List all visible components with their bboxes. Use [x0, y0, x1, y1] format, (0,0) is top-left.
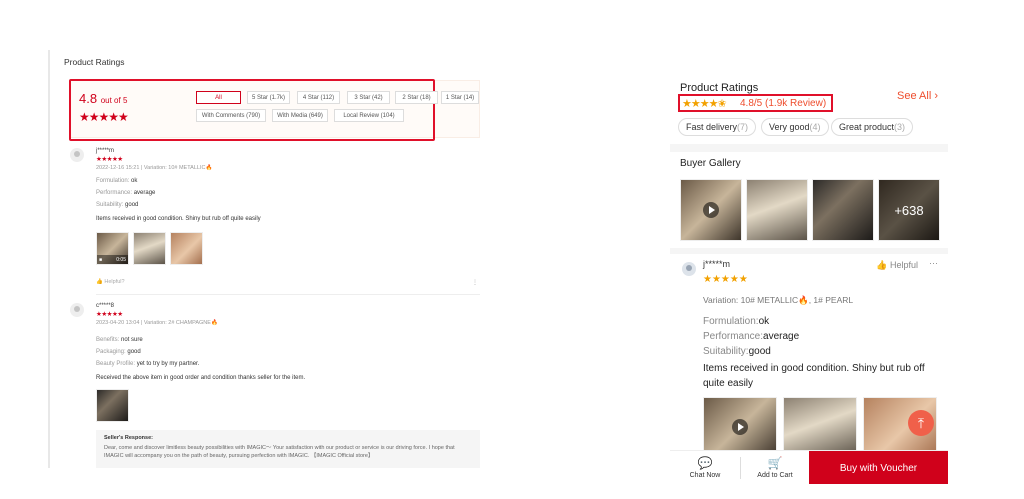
gallery-image[interactable]	[812, 179, 874, 241]
filter-all[interactable]: All	[196, 91, 241, 104]
gallery-more[interactable]: +638	[878, 179, 940, 241]
review-meta: 2023-04-20 13:04 | Variation: 2# CHAMPAG…	[96, 320, 218, 326]
ratings-title: Product Ratings	[64, 57, 125, 67]
review-attr: Suitability:good	[703, 346, 771, 357]
cart-icon: 🛒	[767, 456, 783, 470]
avatar	[682, 262, 696, 276]
helpful-button[interactable]: 👍 Helpful	[876, 260, 918, 271]
back-to-top-icon[interactable]: ⤒	[908, 410, 934, 436]
divider	[96, 294, 480, 295]
review-variation: Variation: 10# METALLIC🔥, 1# PEARL	[703, 295, 854, 305]
review-attr: Beauty Profile: yet to try by my partner…	[96, 361, 200, 367]
filter-5-star[interactable]: 5 Star (1.7k)	[247, 91, 290, 104]
tag-fast-delivery[interactable]: Fast delivery (7)	[678, 118, 757, 136]
filter-4-star[interactable]: 4 Star (112)	[297, 91, 340, 104]
review-text: Items received in good condition. Shiny …	[703, 363, 925, 389]
review-attr: Formulation: ok	[96, 178, 138, 184]
chevron-right-icon: ›	[934, 90, 938, 102]
section-divider	[670, 144, 948, 152]
filter-1-star[interactable]: 1 Star (14)	[441, 91, 479, 104]
review-text: Received the above item in good order an…	[96, 375, 306, 381]
buy-with-voucher-button[interactable]: Buy with Voucher	[809, 451, 948, 484]
review-video-thumb[interactable]	[703, 397, 777, 457]
rating-summary: ★★★★✬ 4.8/5 (1.9k Review)	[678, 94, 833, 112]
filter-local-review[interactable]: Local Review (104)	[334, 109, 404, 122]
play-icon	[732, 419, 748, 435]
review-stars: ★★★★★	[96, 311, 123, 318]
review-stars: ★★★★★	[96, 156, 123, 163]
review-text: Items received in good condition. Shiny …	[96, 216, 261, 222]
rating-score: 4.8 out of 5	[79, 91, 128, 106]
review-meta: 2022-12-16 15:21 | Variation: 10# METALL…	[96, 165, 213, 171]
thumbs-up-icon: 👍	[96, 279, 103, 285]
avatar	[70, 303, 84, 317]
review-photo-thumb[interactable]	[96, 389, 129, 422]
chat-icon: 💬	[697, 456, 713, 470]
tag-great-product[interactable]: Great product (3)	[831, 118, 914, 136]
review-user: j*****m	[96, 148, 115, 154]
filter-with-comments[interactable]: With Comments (790)	[196, 109, 266, 122]
section-divider	[670, 248, 948, 254]
review-stars: ★★★★★	[703, 274, 748, 285]
seller-response-title: Seller's Response:	[104, 435, 153, 441]
more-icon[interactable]: ⋮	[472, 279, 478, 286]
filter-2-star[interactable]: 2 Star (18)	[395, 91, 438, 104]
filter-with-media[interactable]: With Media (649)	[272, 109, 328, 122]
desktop-ratings-panel: Product Ratings 4.8 out of 5 ★★★★★ All 5…	[48, 50, 480, 468]
review-attr: Performance: average	[96, 190, 156, 196]
review-item: j*****m ★★★★★ 2022-12-16 15:21 | Variati…	[70, 148, 480, 295]
review-video-thumb[interactable]: ■ 0:05	[96, 232, 129, 265]
filter-3-star[interactable]: 3 Star (42)	[347, 91, 390, 104]
review-user: j*****m	[703, 259, 731, 269]
seller-response: Seller's Response: Dear, come and discov…	[96, 430, 480, 468]
review-photo-thumb[interactable]	[783, 397, 857, 457]
review-attr: Packaging: good	[96, 349, 141, 355]
chat-now-button[interactable]: 💬 Chat Now	[670, 451, 740, 484]
video-duration: 0:05	[116, 256, 126, 263]
review-attr: Formulation:ok	[703, 316, 770, 327]
video-icon: ■	[99, 256, 103, 263]
more-options-icon[interactable]: ···	[929, 258, 938, 268]
review-photo-thumb[interactable]	[170, 232, 203, 265]
review-photo-thumb[interactable]	[133, 232, 166, 265]
avatar	[70, 148, 84, 162]
rating-score: 4.8/5 (1.9k Review)	[740, 98, 827, 109]
rating-stars: ★★★★✬	[682, 98, 727, 110]
review-attr: Suitability: good	[96, 202, 139, 208]
review-attr: Benefits: not sure	[96, 337, 143, 343]
tag-very-good[interactable]: Very good (4)	[761, 118, 829, 136]
helpful-button[interactable]: 👍 Helpful?	[96, 279, 125, 285]
review-item: c*****8 ★★★★★ 2023-04-20 13:04 | Variati…	[70, 303, 480, 468]
bottom-action-bar: 💬 Chat Now 🛒 Add to Cart Buy with Vouche…	[670, 450, 948, 484]
gallery-video[interactable]	[680, 179, 742, 241]
review-user: c*****8	[96, 303, 115, 309]
play-icon	[703, 202, 719, 218]
ratings-title: Product Ratings	[680, 82, 759, 94]
mobile-ratings-panel: Product Ratings See All › ★★★★✬ 4.8/5 (1…	[670, 72, 948, 484]
thumbs-up-icon: 👍	[876, 260, 888, 270]
rating-stars: ★★★★★	[79, 110, 129, 124]
gallery-image[interactable]	[746, 179, 808, 241]
rating-overview: 4.8 out of 5 ★★★★★ All 5 Star (1.7k) 4 S…	[69, 79, 480, 141]
see-all-link[interactable]: See All ›	[897, 90, 938, 102]
gallery-title: Buyer Gallery	[680, 158, 741, 169]
add-to-cart-button[interactable]: 🛒 Add to Cart	[740, 451, 810, 484]
seller-response-text: Dear, come and discover limitless beauty…	[104, 445, 455, 459]
review-attr: Performance:average	[703, 331, 800, 342]
